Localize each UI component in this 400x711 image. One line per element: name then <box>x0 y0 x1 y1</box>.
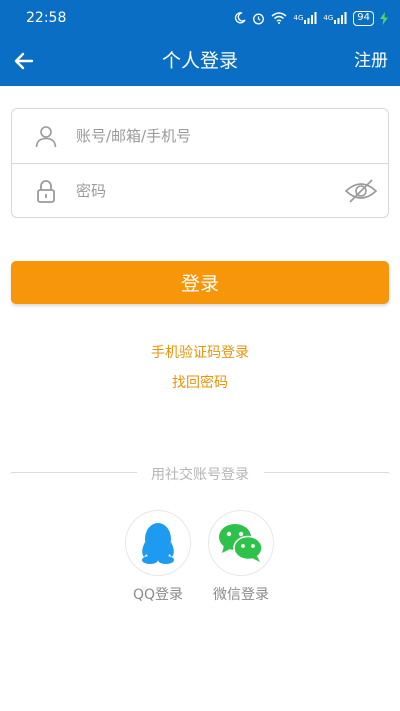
wechat-login-button[interactable]: 微信登录 <box>206 510 276 604</box>
network-type-1: 4G <box>293 13 304 22</box>
qq-icon[interactable] <box>125 510 191 576</box>
sms-login-link[interactable]: 手机验证码登录 <box>0 342 400 362</box>
lock-icon <box>34 179 58 203</box>
page-title: 个人登录 <box>161 50 238 72</box>
wechat-login-label: 微信登录 <box>213 587 269 603</box>
alarm-icon <box>252 12 265 25</box>
app-bar: 个人登录 注册 <box>0 36 400 86</box>
qq-login-label: QQ登录 <box>132 587 184 603</box>
wechat-icon[interactable] <box>208 510 274 576</box>
battery-icon: 94 <box>353 10 374 26</box>
login-button[interactable]: 登录 <box>11 261 389 304</box>
user-icon <box>34 124 58 148</box>
password-field-row <box>12 163 388 218</box>
wifi-icon <box>271 12 287 24</box>
status-icons: 4G 4G 94 <box>234 10 388 26</box>
account-input[interactable] <box>76 121 338 151</box>
network-type-2: 4G <box>323 13 334 22</box>
password-input[interactable] <box>76 176 338 206</box>
eye-off-icon[interactable] <box>344 178 378 204</box>
signal-icon: 4G <box>323 12 347 24</box>
status-time: 22:58 <box>26 10 67 26</box>
account-field-row <box>12 109 388 163</box>
signal-icon: 4G <box>293 12 317 24</box>
recover-password-link[interactable]: 找回密码 <box>0 372 400 392</box>
moon-icon <box>234 12 247 24</box>
social-login-divider: 用社交账号登录 <box>151 467 249 483</box>
login-form <box>11 108 389 218</box>
register-button[interactable]: 注册 <box>354 36 388 86</box>
status-bar: 22:58 4G 4G 94 <box>0 0 400 36</box>
divider-line-right <box>264 472 389 473</box>
charging-icon <box>380 11 388 25</box>
qq-login-button[interactable]: QQ登录 <box>123 510 193 604</box>
